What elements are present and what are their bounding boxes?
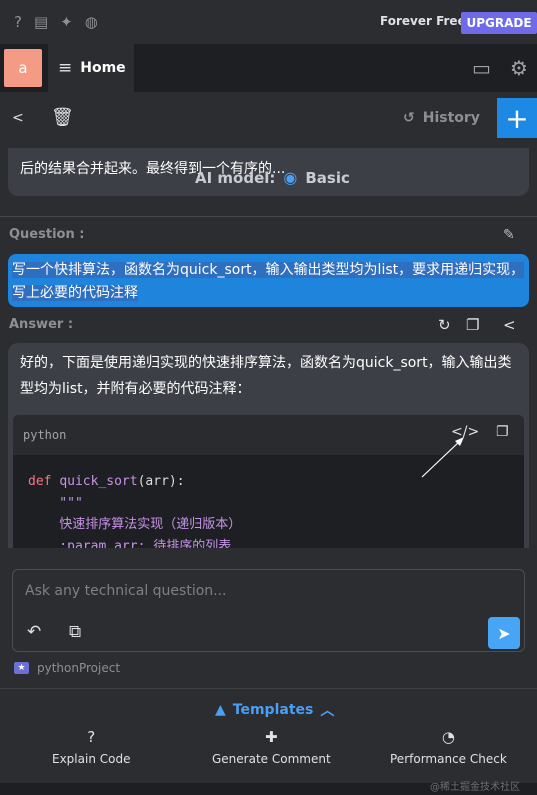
divider xyxy=(0,216,537,217)
folder-icon: ★ xyxy=(14,662,29,674)
code-args: (arr): xyxy=(137,474,185,489)
templates-toggle[interactable]: ▲ Templates ︿ xyxy=(215,700,334,720)
copy-icon[interactable]: ❐ xyxy=(466,316,479,334)
project-indicator[interactable]: ★ pythonProject xyxy=(14,661,120,675)
explain-code-button[interactable]: ? Explain Code xyxy=(52,728,130,766)
undo-icon[interactable]: ↶ xyxy=(27,622,41,642)
answer-label: Answer : xyxy=(9,317,74,332)
top-bar: ? ▤ ✦ ◍ Forever Free UPGRADE xyxy=(0,0,537,44)
twitter-icon[interactable]: ✦ xyxy=(60,13,73,31)
help-icon[interactable]: ? xyxy=(14,13,22,31)
shapes-icon: ▲ xyxy=(215,702,226,718)
send-icon: ➤ xyxy=(497,623,511,643)
project-name: pythonProject xyxy=(37,661,121,675)
top-icons: ? ▤ ✦ ◍ xyxy=(14,13,98,31)
performance-check-label: Performance Check xyxy=(390,752,507,766)
code-docstring-line1: 快速排序算法实现（递归版本） xyxy=(28,517,242,532)
avatar[interactable]: a xyxy=(4,49,42,87)
generate-comment-button[interactable]: ✚ Generate Comment xyxy=(212,728,331,766)
chevron-up-icon: ︿ xyxy=(320,703,335,719)
globe-icon[interactable]: ◍ xyxy=(85,13,98,31)
ai-model-value: Basic xyxy=(305,168,350,187)
robot-icon: ◉ xyxy=(283,168,298,187)
watermark: @稀土掘金技术社区 xyxy=(430,782,520,793)
question-input-box: ↶ ⧉ xyxy=(12,569,525,652)
screen-code-icon[interactable]: ▭ xyxy=(472,56,491,80)
code-docstring-line2: :param arr: 待排序的列表 xyxy=(28,538,232,549)
plan-text: Forever Free xyxy=(380,14,466,28)
gear-icon[interactable]: ⚙ xyxy=(510,56,528,80)
question-text: 写一个快排算法，函数名为quick_sort，输入输出类型均为list，要求用递… xyxy=(12,262,525,301)
send-button[interactable]: ➤ xyxy=(488,617,520,649)
ai-model-indicator: AI model: ◉ Basic xyxy=(195,168,350,187)
menu-icon: ≡ xyxy=(58,58,73,78)
history-button[interactable]: ↺ History xyxy=(403,110,480,126)
code-language: python xyxy=(23,428,67,442)
gauge-icon: ◔ xyxy=(441,728,455,746)
trash-icon[interactable]: 🗑 xyxy=(51,107,74,128)
generate-comment-label: Generate Comment xyxy=(212,752,331,766)
share-icon[interactable]: < xyxy=(12,110,24,126)
explain-code-label: Explain Code xyxy=(52,752,131,766)
question-bubble: 写一个快排算法，函数名为quick_sort，输入输出类型均为list，要求用递… xyxy=(8,254,529,307)
history-label: History xyxy=(422,110,480,126)
new-chat-button[interactable]: + xyxy=(497,98,537,138)
performance-check-button[interactable]: ◔ Performance Check xyxy=(390,728,507,766)
toolbar: < 🗑 ↺ History + xyxy=(0,92,537,148)
copy-code-icon[interactable]: ❐ xyxy=(496,424,509,440)
tab-home[interactable]: ≡ Home xyxy=(48,44,134,92)
refresh-icon[interactable]: ↻ xyxy=(438,316,451,334)
upgrade-button[interactable]: UPGRADE xyxy=(461,12,537,34)
chat-icon[interactable]: ▤ xyxy=(34,13,48,31)
share-answer-icon[interactable]: < xyxy=(503,316,516,334)
answer-intro: 好的，下面是使用递归实现的快速排序算法，函数名为quick_sort，输入输出类… xyxy=(20,355,512,397)
question-input[interactable] xyxy=(25,580,505,602)
help-circle-icon: ? xyxy=(87,728,96,746)
templates-label: Templates xyxy=(232,702,314,718)
ai-model-label: AI model: xyxy=(195,168,276,187)
pencil-icon[interactable]: ✎ xyxy=(503,227,515,243)
code-keyword: def xyxy=(28,474,52,489)
history-icon: ↺ xyxy=(403,110,415,126)
code-function-name: quick_sort xyxy=(59,474,138,489)
code-context-icon[interactable]: ⧉ xyxy=(69,622,81,642)
arrow-pointer-icon xyxy=(421,437,464,478)
tab-home-label: Home xyxy=(80,60,126,76)
code-docstring-open: """ xyxy=(28,495,83,511)
question-label: Question : xyxy=(9,227,85,242)
comment-plus-icon: ✚ xyxy=(265,728,278,746)
